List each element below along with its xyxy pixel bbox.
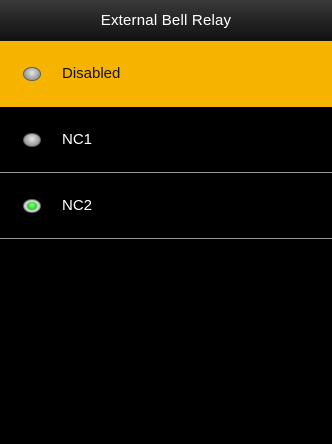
relay-settings-screen: External Bell Relay Disabled NC1 NC2 <box>0 0 332 444</box>
radio-dot <box>27 202 37 210</box>
page-title: External Bell Relay <box>100 12 232 29</box>
option-label-nc2: NC2 <box>62 197 93 214</box>
option-disabled[interactable]: Disabled <box>0 41 332 107</box>
radio-unchecked-icon <box>23 133 41 147</box>
option-label-disabled: Disabled <box>62 65 121 82</box>
option-label-nc1: NC1 <box>62 131 93 148</box>
radio-checked-icon <box>23 199 41 213</box>
title-bar: External Bell Relay <box>0 0 332 42</box>
divider <box>0 238 332 239</box>
option-nc1[interactable]: NC1 <box>0 107 332 173</box>
option-nc2[interactable]: NC2 <box>0 173 332 239</box>
radio-unchecked-icon <box>23 67 41 81</box>
